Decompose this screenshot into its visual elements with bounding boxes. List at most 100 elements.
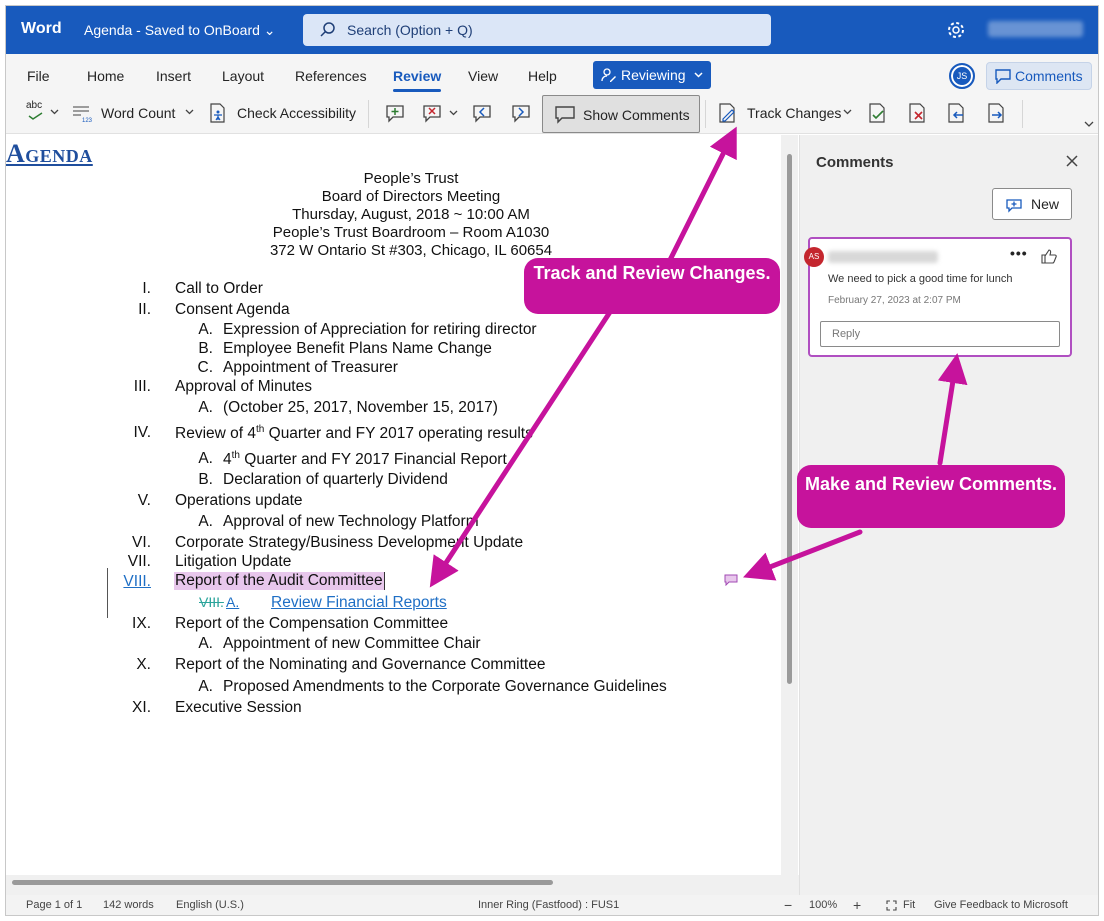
item-number: II.	[138, 301, 151, 318]
toolbar-divider	[705, 100, 706, 128]
item-number: B.	[198, 340, 213, 357]
zoom-out-icon[interactable]: −	[784, 897, 792, 913]
search-box[interactable]: Search (Option + Q)	[303, 14, 771, 46]
search-icon	[320, 22, 335, 37]
document-title[interactable]: Agenda - Saved to OnBoard ⌄	[84, 22, 276, 39]
vertical-scrollbar[interactable]	[787, 154, 792, 684]
tab-review[interactable]: Review	[393, 68, 442, 92]
reviewing-label: Reviewing	[621, 67, 686, 83]
show-comments-button[interactable]: Show Comments	[542, 95, 700, 133]
item-number: A.	[198, 678, 213, 695]
track-changes-label: Track Changes	[747, 105, 842, 121]
close-icon[interactable]	[1065, 154, 1079, 168]
page-count: Page 1 of 1	[26, 899, 83, 911]
next-change-icon[interactable]	[987, 102, 1007, 124]
previous-change-icon[interactable]	[947, 102, 967, 124]
reply-input[interactable]: Reply	[820, 321, 1060, 347]
agenda-subitem: Appointment of Treasurer	[223, 359, 398, 376]
change-bar	[107, 568, 108, 618]
header-line: Thursday, August, 2018 ~ 10:00 AM	[292, 206, 530, 223]
reviewing-mode-button[interactable]: Reviewing	[593, 61, 711, 89]
tab-home[interactable]: Home	[87, 68, 124, 84]
status-bar: Page 1 of 1 142 words English (U.S.) Inn…	[6, 895, 1098, 915]
agenda-item: Report of the Nominating and Governance …	[175, 656, 546, 673]
fit-icon[interactable]	[886, 900, 897, 911]
deleted-text: VIII.	[199, 594, 224, 610]
agenda-item: Review of 4th Quarter and FY 2017 operat…	[175, 424, 533, 443]
comments-callout: Make and Review Comments.	[797, 465, 1065, 528]
comment-icon	[995, 69, 1011, 84]
item-number: IV.	[133, 424, 151, 441]
agenda-item: Call to Order	[175, 280, 263, 297]
chevron-down-icon	[694, 72, 703, 78]
agenda-subitem: Approval of new Technology Platform	[223, 513, 479, 530]
tab-help[interactable]: Help	[528, 68, 557, 84]
tab-view[interactable]: View	[468, 68, 498, 84]
chevron-down-icon	[185, 109, 194, 115]
toolbar-divider	[1022, 100, 1023, 128]
previous-comment-icon[interactable]	[471, 102, 493, 124]
app-name[interactable]: Word	[21, 20, 62, 38]
item-number: C.	[197, 359, 214, 376]
tab-references[interactable]: References	[295, 68, 367, 84]
item-number: X.	[136, 656, 151, 673]
agenda-subitem: Expression of Appreciation for retiring …	[223, 321, 537, 338]
comment-indicator-icon[interactable]	[724, 574, 738, 586]
zoom-level[interactable]: 100%	[809, 899, 837, 911]
feedback-link[interactable]: Give Feedback to Microsoft	[934, 899, 1068, 911]
gear-icon[interactable]	[946, 20, 966, 40]
more-options-icon[interactable]: •••	[1010, 245, 1028, 261]
item-number: A.	[198, 321, 213, 338]
item-number: I.	[142, 280, 151, 297]
header-line: People’s Trust	[363, 170, 459, 187]
item-number: A.	[198, 513, 213, 530]
accessibility-icon	[210, 103, 225, 123]
tab-layout[interactable]: Layout	[222, 68, 264, 84]
tab-insert[interactable]: Insert	[156, 68, 191, 84]
ribbon-expand-icon[interactable]	[1084, 121, 1094, 128]
document-canvas[interactable]: Agenda People’s Trust Board of Directors…	[6, 135, 781, 875]
tab-file[interactable]: File	[27, 68, 50, 84]
comments-pane-title: Comments	[816, 154, 894, 171]
track-changes-button[interactable]: Track Changes	[718, 102, 858, 124]
item-number: A.	[198, 399, 213, 416]
zoom-in-icon[interactable]: +	[853, 897, 861, 913]
next-comment-icon[interactable]	[510, 102, 532, 124]
ribbon-toolbar: abc 123 Word Count Check Accessibility S…	[6, 92, 1098, 134]
word-count-button[interactable]: 123 Word Count	[72, 102, 196, 124]
spelling-icon: abc	[26, 100, 43, 111]
user-name[interactable]	[988, 21, 1083, 37]
track-changes-callout: Track and Review Changes.	[524, 258, 780, 314]
header-line: Board of Directors Meeting	[321, 188, 501, 205]
avatar: AS	[804, 247, 824, 267]
horizontal-scrollbar[interactable]	[12, 880, 553, 885]
check-accessibility-button[interactable]: Check Accessibility	[208, 102, 358, 124]
comments-button[interactable]: Comments	[986, 62, 1092, 90]
reject-change-icon[interactable]	[908, 102, 928, 124]
new-comment-icon[interactable]	[384, 102, 406, 124]
inserted-number: A.	[226, 594, 240, 610]
comment-card[interactable]: AS ••• We need to pick a good time for l…	[804, 237, 1072, 357]
item-number: XI.	[132, 699, 151, 716]
word-count[interactable]: 142 words	[103, 899, 154, 911]
item-number: A.	[198, 635, 213, 652]
inserted-text[interactable]: Review Financial Reports	[271, 594, 447, 612]
item-number: III.	[133, 378, 151, 395]
fit-label[interactable]: Fit	[903, 899, 915, 911]
ribbon-tabs: File Home Insert Layout References Revie…	[6, 54, 1098, 92]
highlighted-commented-text[interactable]: Report of the Audit Committee	[174, 572, 385, 590]
spelling-button[interactable]: abc	[26, 100, 60, 124]
delete-comment-button[interactable]	[421, 102, 461, 124]
accept-change-icon[interactable]	[868, 102, 888, 124]
avatar[interactable]: JS	[949, 63, 975, 89]
item-number: VI.	[132, 534, 151, 551]
delete-comment-icon	[423, 105, 441, 123]
track-changes-icon	[719, 103, 735, 123]
header-line: 372 W Ontario St #303, Chicago, IL 60654	[269, 242, 553, 259]
reviewing-icon	[601, 68, 616, 82]
like-icon[interactable]	[1041, 248, 1057, 264]
agenda-item: Approval of Minutes	[175, 378, 312, 395]
new-comment-button[interactable]: New	[992, 188, 1072, 220]
language[interactable]: English (U.S.)	[176, 899, 244, 911]
agenda-subitem: Declaration of quarterly Dividend	[223, 471, 448, 488]
